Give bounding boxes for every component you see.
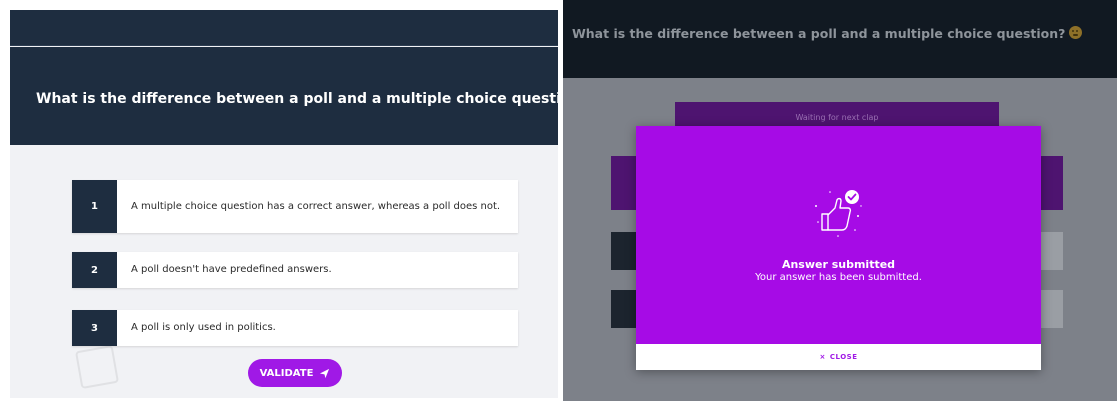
dimmed-question-title: What is the difference between a poll an… [572, 26, 1083, 41]
question-header: What is the difference between a poll an… [10, 47, 558, 145]
modal-message: Your answer has been submitted. [755, 272, 922, 283]
question-text: What is the difference between a poll an… [36, 91, 558, 107]
dimmed-answer-edge [1041, 232, 1063, 270]
dimmed-question-header: What is the difference between a poll an… [563, 0, 1117, 78]
close-icon: × [819, 353, 826, 361]
top-bar [10, 10, 558, 46]
question-title: What is the difference between a poll an… [36, 91, 558, 107]
validate-button[interactable]: VALIDATE [248, 359, 342, 387]
thumbs-up-check-icon [815, 190, 862, 237]
answer-submitted-modal: Answer submitted Your answer has been su… [636, 126, 1041, 370]
answer-option-3[interactable]: 3 A poll is only used in politics. [72, 310, 518, 346]
answer-text: A multiple choice question has a correct… [131, 200, 501, 212]
answer-number: 2 [72, 252, 117, 288]
close-label: CLOSE [829, 353, 858, 361]
answer-text: A poll doesn't have predefined answers. [131, 264, 332, 275]
dimmed-question-text: What is the difference between a poll an… [572, 26, 1066, 41]
dimmed-answer-edge [1041, 290, 1063, 328]
submitted-screen: What is the difference between a poll an… [563, 0, 1117, 401]
modal-title: Answer submitted [781, 258, 896, 271]
answer-option-2[interactable]: 2 A poll doesn't have predefined answers… [72, 252, 518, 288]
dimmed-answer-selected-edge [1041, 156, 1063, 210]
close-button[interactable]: × CLOSE [636, 344, 1041, 370]
waiting-text: Waiting for next clap [795, 112, 879, 122]
answer-option-1[interactable]: 1 A multiple choice question has a corre… [72, 180, 518, 233]
validate-label: VALIDATE [259, 367, 314, 379]
answer-number: 1 [72, 180, 117, 233]
send-icon [320, 368, 330, 378]
background-decoration-icon [74, 344, 120, 390]
answer-number: 3 [72, 310, 117, 346]
thinking-face-emoji-icon [1069, 26, 1083, 39]
question-screen: What is the difference between a poll an… [10, 10, 558, 398]
answer-text: A poll is only used in politics. [131, 322, 276, 333]
